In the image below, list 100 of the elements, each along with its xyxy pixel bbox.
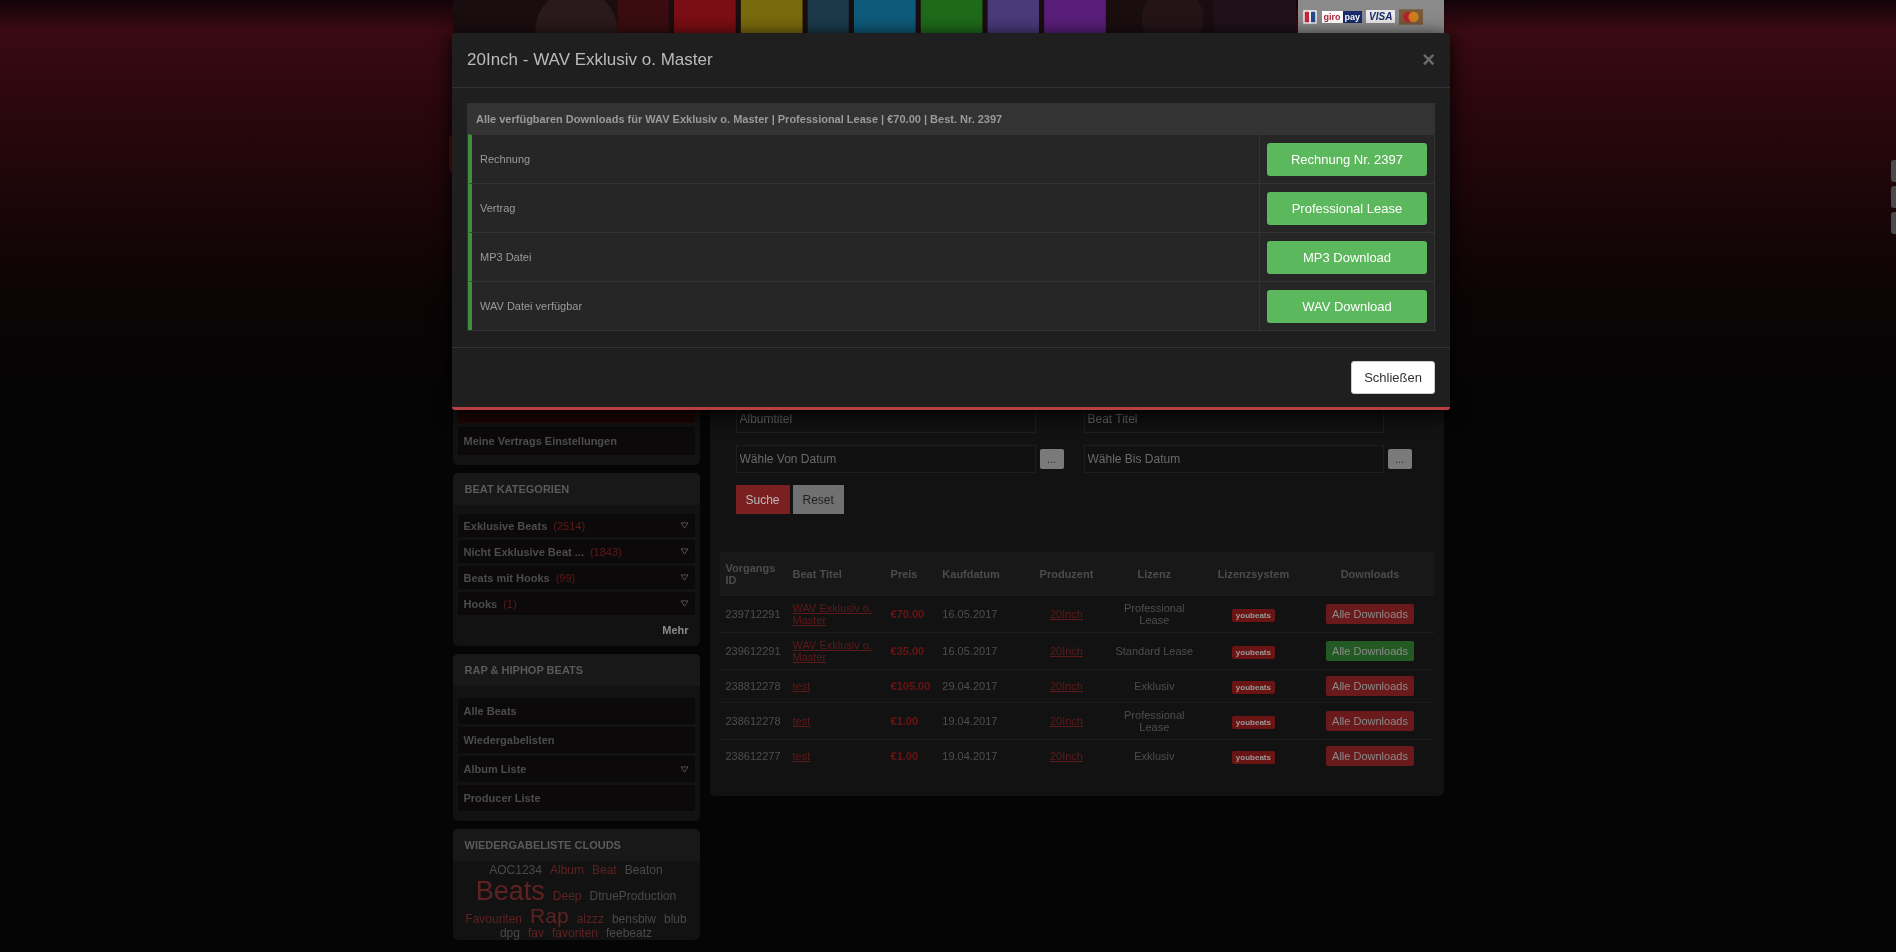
price-cell: €105.00 [884, 669, 937, 703]
table-cell: 29.04.2017 [936, 669, 1025, 703]
producer-link[interactable]: 20Inch [1049, 645, 1083, 657]
cloud-tag[interactable]: fav [527, 927, 544, 940]
cloud-tag[interactable]: blub [663, 912, 687, 926]
category-item[interactable]: Nicht Exklusive Beat ... (1843) [457, 540, 695, 563]
category-count: (2514) [553, 519, 586, 532]
table-cell: 239712291 [719, 595, 787, 633]
beat-title-link[interactable]: test [792, 680, 811, 692]
sidebar-item-label: Producer Liste [463, 792, 541, 804]
table-cell: Professional Lease [1108, 702, 1201, 740]
date-field[interactable]: Wähle Von Datum [735, 445, 1036, 473]
sidebar-item[interactable]: Alle Beats [457, 698, 695, 724]
expand-icon[interactable] [679, 548, 689, 555]
license-system-badge: youbeats [1231, 681, 1275, 694]
cloud-tag[interactable]: Album [549, 864, 584, 877]
producer-link[interactable]: 20Inch [1049, 608, 1083, 620]
download-button[interactable]: WAV Download [1267, 289, 1427, 323]
category-count: (99) [555, 571, 576, 584]
license-system-badge: youbeats [1231, 609, 1275, 622]
expand-icon[interactable] [679, 600, 689, 607]
table-cell: 238612277 [719, 739, 787, 772]
date-picker-button[interactable]: ... [1039, 449, 1064, 469]
downloads-button[interactable]: Alle Downloads [1326, 604, 1414, 624]
sidebar-item[interactable]: Meine Vertrags Einstellungen [457, 427, 695, 455]
sidebar-item-label: Album Liste [463, 763, 527, 775]
table-cell: 238612278 [719, 702, 787, 740]
table-header: Alle verfügbaren Downloads für WAV Exklusiv o. Master | Professional Lease | €70.00 | Best. Nr. 2397 [468, 104, 1434, 134]
more-link[interactable]: Mehr [662, 624, 689, 636]
producer-link[interactable]: 20Inch [1049, 750, 1083, 762]
category-count: (1) [503, 597, 517, 610]
cloud-tag[interactable]: alzzz [576, 912, 604, 926]
sidebar-item[interactable]: Album Liste [457, 756, 695, 782]
beat-title-link[interactable]: test [792, 750, 811, 762]
cloud-tag[interactable]: Rap [530, 904, 569, 927]
table-cell: Exklusiv [1108, 669, 1201, 703]
price-cell: €35.00 [884, 632, 937, 670]
reset-button[interactable]: Reset [792, 485, 844, 514]
category-label: Hooks [463, 597, 498, 610]
cloud-tag[interactable]: AOC1234 [489, 864, 542, 877]
close-button[interactable]: × [1422, 49, 1435, 71]
table-cell: Standard Lease [1108, 632, 1201, 670]
category-item[interactable]: Exklusive Beats (2514) [457, 514, 695, 537]
cloud-tag[interactable]: Favouriten [465, 912, 523, 926]
side-tab[interactable] [1891, 212, 1896, 234]
search-button[interactable]: Suche [735, 485, 790, 514]
price-cell: €1.00 [884, 702, 937, 740]
cloud-tag[interactable]: bensbiw [611, 912, 656, 926]
table-cell: Professional Lease [1108, 595, 1201, 633]
license-system-badge: youbeats [1231, 716, 1275, 729]
expand-icon[interactable] [679, 522, 689, 529]
table-cell: 16.05.2017 [936, 595, 1025, 633]
downloads-button[interactable]: Alle Downloads [1326, 641, 1414, 661]
category-item[interactable]: Beats mit Hooks (99) [457, 566, 695, 589]
beat-title-link[interactable]: WAV Exklusiv o. Master [792, 602, 879, 626]
cloud-tag[interactable]: Beat [592, 864, 617, 877]
table-cell-text: Vertrag [479, 201, 517, 216]
payment-label: VISA [1366, 10, 1396, 23]
sidebar-item[interactable]: Producer Liste [457, 785, 695, 811]
downloads-button[interactable]: Alle Downloads [1326, 676, 1414, 696]
date-field[interactable]: Wähle Bis Datum [1083, 445, 1384, 473]
side-tab[interactable] [1891, 186, 1896, 208]
cloud-tag[interactable]: feebeatz [606, 927, 653, 940]
table-cell-text: WAV Datei verfügbar [479, 299, 584, 314]
download-button[interactable]: Rechnung Nr. 2397 [1267, 142, 1427, 176]
beat-title-link[interactable]: WAV Exklusiv o. Master [792, 639, 879, 663]
downloads-button[interactable]: Alle Downloads [1326, 746, 1414, 766]
cloud-tag[interactable]: Beaton [624, 864, 663, 877]
cloud-tag[interactable]: Deep [552, 889, 582, 903]
producer-link[interactable]: 20Inch [1049, 715, 1083, 727]
expand-icon[interactable] [679, 765, 689, 773]
date-picker-button[interactable]: ... [1387, 449, 1412, 469]
license-system-badge: youbeats [1231, 751, 1275, 764]
producer-link[interactable]: 20Inch [1049, 680, 1083, 692]
table-cell-text: Rechnung [479, 152, 532, 167]
table-cell: 16.05.2017 [936, 632, 1025, 670]
price-cell: €1.00 [884, 739, 937, 772]
category-label: Beats mit Hooks [463, 571, 550, 584]
beat-title-link[interactable]: test [792, 715, 811, 727]
download-button[interactable]: Professional Lease [1267, 191, 1427, 225]
sidebar-item-label: Wiedergabelisten [463, 734, 555, 746]
price-cell: €70.00 [884, 595, 937, 633]
payment-label: pay [1342, 10, 1362, 23]
category-item[interactable]: Hooks (1) [457, 592, 695, 615]
expand-icon[interactable] [679, 574, 689, 581]
card-logo-icon [1301, 8, 1318, 25]
table-cell: 238812278 [719, 669, 787, 703]
sidebar-item[interactable]: Wiedergabelisten [457, 727, 695, 753]
modal-title: 20Inch - WAV Exklusiv o. Master [467, 50, 713, 70]
cloud-tag[interactable]: DtrueProduction [589, 889, 677, 903]
downloads-button[interactable]: Alle Downloads [1326, 711, 1414, 731]
download-button[interactable]: MP3 Download [1267, 240, 1427, 274]
cloud-tag[interactable]: favoriten [552, 927, 598, 940]
cloud-tag[interactable]: dpg [499, 927, 520, 940]
cloud-tag[interactable]: Beats [475, 876, 545, 905]
side-tab[interactable] [1891, 160, 1896, 182]
payment-label: giro [1321, 10, 1343, 23]
close-button[interactable]: Schließen [1351, 361, 1435, 394]
panel-title: BEAT KATEGORIEN [452, 473, 700, 505]
license-system-badge: youbeats [1231, 646, 1275, 659]
